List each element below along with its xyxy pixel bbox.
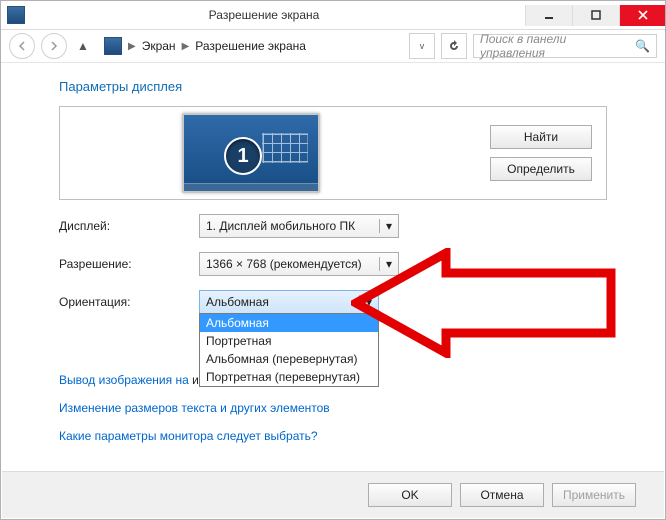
close-button[interactable] (619, 5, 666, 26)
window-controls (525, 5, 666, 26)
cancel-button[interactable]: Отмена (460, 483, 544, 507)
orientation-select[interactable]: Альбомная ▾ Альбомная Портретная Альбомн… (199, 290, 379, 314)
window-title: Разрешение экрана (3, 8, 525, 22)
forward-button[interactable] (41, 33, 67, 59)
maximize-button[interactable] (572, 5, 619, 26)
display-label: Дисплей: (59, 219, 199, 233)
resolution-select[interactable]: 1366 × 768 (рекомендуется) ▾ (199, 252, 399, 276)
monitor-preview[interactable]: 1 (182, 113, 320, 193)
back-button[interactable] (9, 33, 35, 59)
title-bar: Разрешение экрана (1, 1, 665, 30)
chevron-down-icon: ▾ (379, 219, 392, 233)
resolution-label: Разрешение: (59, 257, 199, 271)
which-settings-link[interactable]: Какие параметры монитора следует выбрать… (59, 429, 607, 443)
page-heading: Параметры дисплея (59, 79, 607, 94)
display-value: 1. Дисплей мобильного ПК (206, 219, 355, 233)
orientation-option-portrait-flipped[interactable]: Портретная (перевернутая) (200, 368, 378, 386)
monitor-grid-icon (262, 133, 308, 163)
display-select[interactable]: 1. Дисплей мобильного ПК ▾ (199, 214, 399, 238)
monitor-taskbar (184, 183, 318, 191)
minimize-button[interactable] (525, 5, 572, 26)
refresh-button[interactable] (441, 33, 467, 59)
dropdown-history-button[interactable]: v (409, 33, 435, 59)
orientation-option-portrait[interactable]: Портретная (200, 332, 378, 350)
chevron-right-icon: ▶ (128, 41, 136, 52)
breadcrumb[interactable]: ▶ Экран ▶ Разрешение экрана (99, 33, 403, 59)
search-icon: 🔍 (635, 39, 650, 53)
resolution-value: 1366 × 768 (рекомендуется) (206, 257, 362, 271)
second-screen-link[interactable]: Вывод изображения на (59, 373, 189, 387)
up-button[interactable]: ▲ (73, 39, 93, 53)
breadcrumb-root[interactable]: Экран (142, 39, 176, 53)
orientation-option-landscape-flipped[interactable]: Альбомная (перевернутая) (200, 350, 378, 368)
row-orientation: Ориентация: Альбомная ▾ Альбомная Портре… (59, 290, 607, 314)
search-placeholder: Поиск в панели управления (480, 32, 629, 60)
find-button[interactable]: Найти (490, 125, 592, 149)
chevron-down-icon: ▾ (359, 295, 372, 309)
ok-button[interactable]: OK (368, 483, 452, 507)
row-resolution: Разрешение: 1366 × 768 (рекомендуется) ▾ (59, 252, 607, 276)
orientation-dropdown: Альбомная Портретная Альбомная (переверн… (199, 313, 379, 387)
search-input[interactable]: Поиск в панели управления 🔍 (473, 34, 657, 58)
preview-button-group: Найти Определить (490, 125, 592, 181)
chevron-down-icon: ▾ (379, 257, 392, 271)
control-panel-icon (104, 37, 122, 55)
breadcrumb-leaf[interactable]: Разрешение экрана (195, 39, 306, 53)
chevron-right-icon: ▶ (182, 41, 190, 52)
content-area: Параметры дисплея 1 Найти Определить Дис… (59, 79, 607, 443)
orientation-value: Альбомная (206, 295, 269, 309)
nav-toolbar: ▲ ▶ Экран ▶ Разрешение экрана v Поиск в … (1, 30, 665, 63)
window: Разрешение экрана ▲ ▶ Экран ▶ Разрешение… (0, 0, 666, 520)
apply-button[interactable]: Применить (552, 483, 636, 507)
text-size-link[interactable]: Изменение размеров текста и других элеме… (59, 401, 607, 415)
orientation-label: Ориентация: (59, 295, 199, 309)
row-display: Дисплей: 1. Дисплей мобильного ПК ▾ (59, 214, 607, 238)
detect-button[interactable]: Определить (490, 157, 592, 181)
dialog-button-bar: OK Отмена Применить (2, 471, 664, 518)
display-preview-panel: 1 Найти Определить (59, 106, 607, 200)
orientation-option-landscape[interactable]: Альбомная (200, 314, 378, 332)
monitor-number: 1 (224, 137, 262, 175)
